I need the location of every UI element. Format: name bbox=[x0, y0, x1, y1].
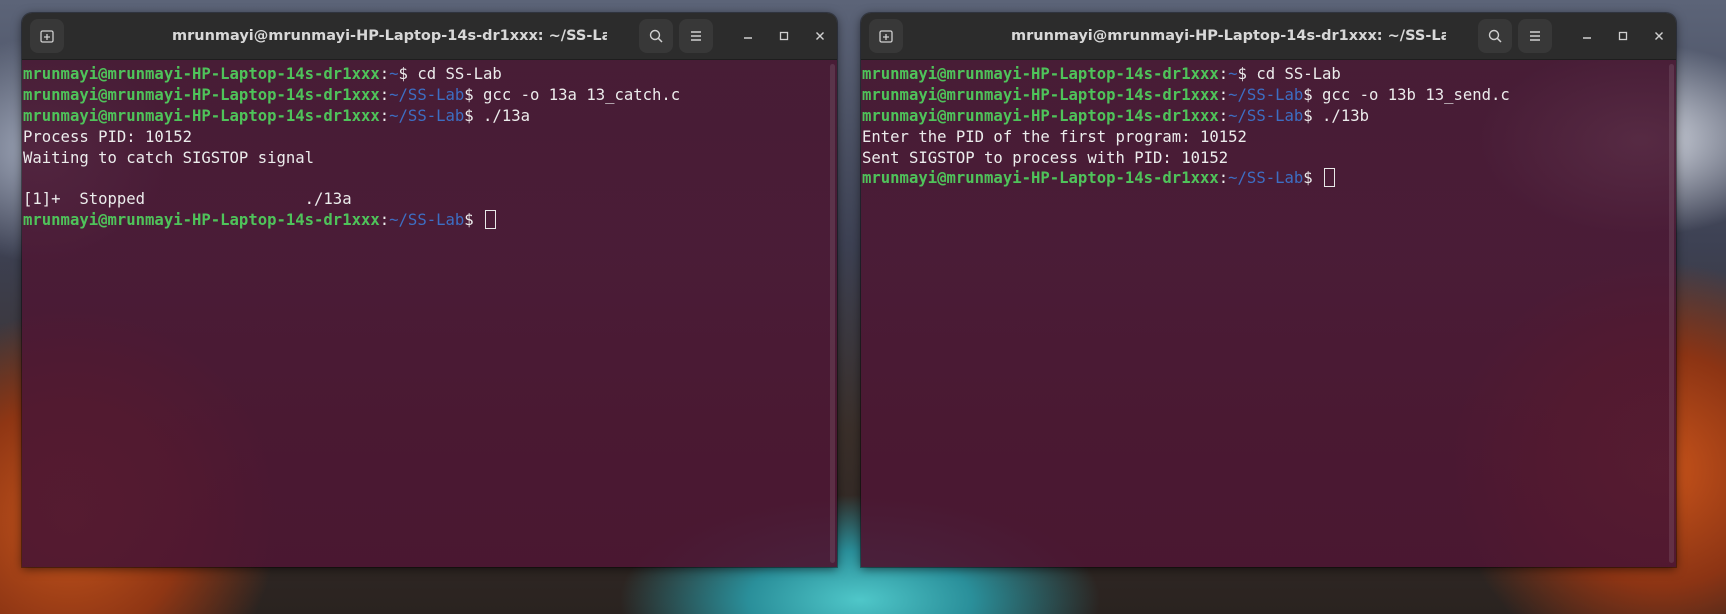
minimize-button[interactable] bbox=[1576, 25, 1598, 47]
output-line: Sent SIGSTOP to process with PID: 10152 bbox=[862, 148, 1229, 167]
terminal-output[interactable]: mrunmayi@mrunmayi-HP-Laptop-14s-dr1xxx:~… bbox=[861, 60, 1676, 567]
command-text: $ bbox=[1303, 169, 1323, 188]
prompt-path: ~/SS-Lab bbox=[389, 106, 465, 125]
minimize-button[interactable] bbox=[737, 25, 759, 47]
search-button[interactable] bbox=[639, 19, 673, 53]
hamburger-menu-icon bbox=[691, 31, 701, 41]
command-text: $ gcc -o 13b 13_send.c bbox=[1303, 85, 1510, 104]
search-icon bbox=[1488, 29, 1502, 43]
minimize-icon bbox=[1583, 37, 1591, 39]
prompt-user: mrunmayi@mrunmayi-HP-Laptop-14s-dr1xxx bbox=[23, 106, 380, 125]
prompt-user: mrunmayi@mrunmayi-HP-Laptop-14s-dr1xxx bbox=[23, 65, 380, 83]
prompt-user: mrunmayi@mrunmayi-HP-Laptop-14s-dr1xxx bbox=[23, 85, 380, 104]
prompt-line: mrunmayi@mrunmayi-HP-Laptop-14s-dr1xxx:~… bbox=[862, 106, 1369, 125]
text-cursor bbox=[1324, 168, 1336, 188]
scrollbar[interactable] bbox=[1669, 64, 1674, 563]
scrollbar[interactable] bbox=[830, 64, 835, 563]
prompt-line: mrunmayi@mrunmayi-HP-Laptop-14s-dr1xxx:~… bbox=[23, 210, 837, 231]
prompt-path: ~/SS-Lab bbox=[1228, 85, 1304, 104]
prompt-line: mrunmayi@mrunmayi-HP-Laptop-14s-dr1xxx:~… bbox=[23, 85, 681, 104]
search-icon bbox=[649, 29, 663, 43]
prompt-line: mrunmayi@mrunmayi-HP-Laptop-14s-dr1xxx:~… bbox=[23, 65, 502, 83]
prompt-user: mrunmayi@mrunmayi-HP-Laptop-14s-dr1xxx bbox=[23, 211, 380, 230]
text-cursor bbox=[485, 210, 497, 230]
command-text: $ ./13a bbox=[464, 106, 530, 125]
prompt-line: mrunmayi@mrunmayi-HP-Laptop-14s-dr1xxx:~… bbox=[862, 65, 1341, 83]
prompt-path: ~/SS-Lab bbox=[1228, 169, 1304, 188]
prompt-path: ~ bbox=[1228, 65, 1238, 83]
command-text: $ cd SS-Lab bbox=[1237, 65, 1341, 83]
maximize-button[interactable] bbox=[1612, 25, 1634, 47]
prompt-path: ~ bbox=[389, 65, 399, 83]
close-button[interactable] bbox=[809, 25, 831, 47]
output-line: [1]+ Stopped ./13a bbox=[23, 190, 352, 209]
output-line: Process PID: 10152 bbox=[23, 127, 192, 146]
prompt-user: mrunmayi@mrunmayi-HP-Laptop-14s-dr1xxx bbox=[862, 106, 1219, 125]
prompt-line: mrunmayi@mrunmayi-HP-Laptop-14s-dr1xxx:~… bbox=[862, 85, 1510, 104]
prompt-path: ~/SS-Lab bbox=[389, 211, 465, 230]
close-icon bbox=[816, 32, 824, 40]
titlebar[interactable]: mrunmayi@mrunmayi-HP-Laptop-14s-dr1xxx: … bbox=[861, 13, 1676, 60]
prompt-path: ~/SS-Lab bbox=[1228, 106, 1304, 125]
titlebar[interactable]: mrunmayi@mrunmayi-HP-Laptop-14s-dr1xxx: … bbox=[22, 13, 837, 60]
command-text: $ bbox=[464, 211, 484, 230]
window-title: mrunmayi@mrunmayi-HP-Laptop-14s-dr1xxx: … bbox=[1011, 28, 1446, 44]
new-tab-icon bbox=[40, 30, 54, 43]
new-tab-button[interactable] bbox=[30, 19, 64, 53]
command-text: $ ./13b bbox=[1303, 106, 1369, 125]
hamburger-menu-icon bbox=[1530, 31, 1540, 41]
new-tab-button[interactable] bbox=[869, 19, 903, 53]
prompt-line: mrunmayi@mrunmayi-HP-Laptop-14s-dr1xxx:~… bbox=[862, 168, 1676, 189]
prompt-user: mrunmayi@mrunmayi-HP-Laptop-14s-dr1xxx bbox=[862, 169, 1219, 188]
prompt-user: mrunmayi@mrunmayi-HP-Laptop-14s-dr1xxx bbox=[862, 85, 1219, 104]
minimize-icon bbox=[744, 37, 752, 39]
menu-button[interactable] bbox=[679, 19, 713, 53]
maximize-icon bbox=[779, 31, 789, 41]
search-button[interactable] bbox=[1478, 19, 1512, 53]
prompt-path: ~/SS-Lab bbox=[389, 85, 465, 104]
new-tab-icon bbox=[879, 30, 893, 43]
terminal-window-left[interactable]: mrunmayi@mrunmayi-HP-Laptop-14s-dr1xxx: … bbox=[22, 13, 837, 567]
output-line: Enter the PID of the first program: 1015… bbox=[862, 127, 1247, 146]
window-title: mrunmayi@mrunmayi-HP-Laptop-14s-dr1xxx: … bbox=[172, 28, 607, 44]
terminal-output[interactable]: mrunmayi@mrunmayi-HP-Laptop-14s-dr1xxx:~… bbox=[22, 60, 837, 567]
close-icon bbox=[1655, 32, 1663, 40]
terminal-window-right[interactable]: mrunmayi@mrunmayi-HP-Laptop-14s-dr1xxx: … bbox=[861, 13, 1676, 567]
command-text: $ cd SS-Lab bbox=[398, 65, 502, 83]
maximize-icon bbox=[1618, 31, 1628, 41]
maximize-button[interactable] bbox=[773, 25, 795, 47]
close-button[interactable] bbox=[1648, 25, 1670, 47]
prompt-line: mrunmayi@mrunmayi-HP-Laptop-14s-dr1xxx:~… bbox=[23, 106, 530, 125]
output-line: Waiting to catch SIGSTOP signal bbox=[23, 148, 315, 167]
command-text: $ gcc -o 13a 13_catch.c bbox=[464, 85, 681, 104]
prompt-user: mrunmayi@mrunmayi-HP-Laptop-14s-dr1xxx bbox=[862, 65, 1219, 83]
menu-button[interactable] bbox=[1518, 19, 1552, 53]
